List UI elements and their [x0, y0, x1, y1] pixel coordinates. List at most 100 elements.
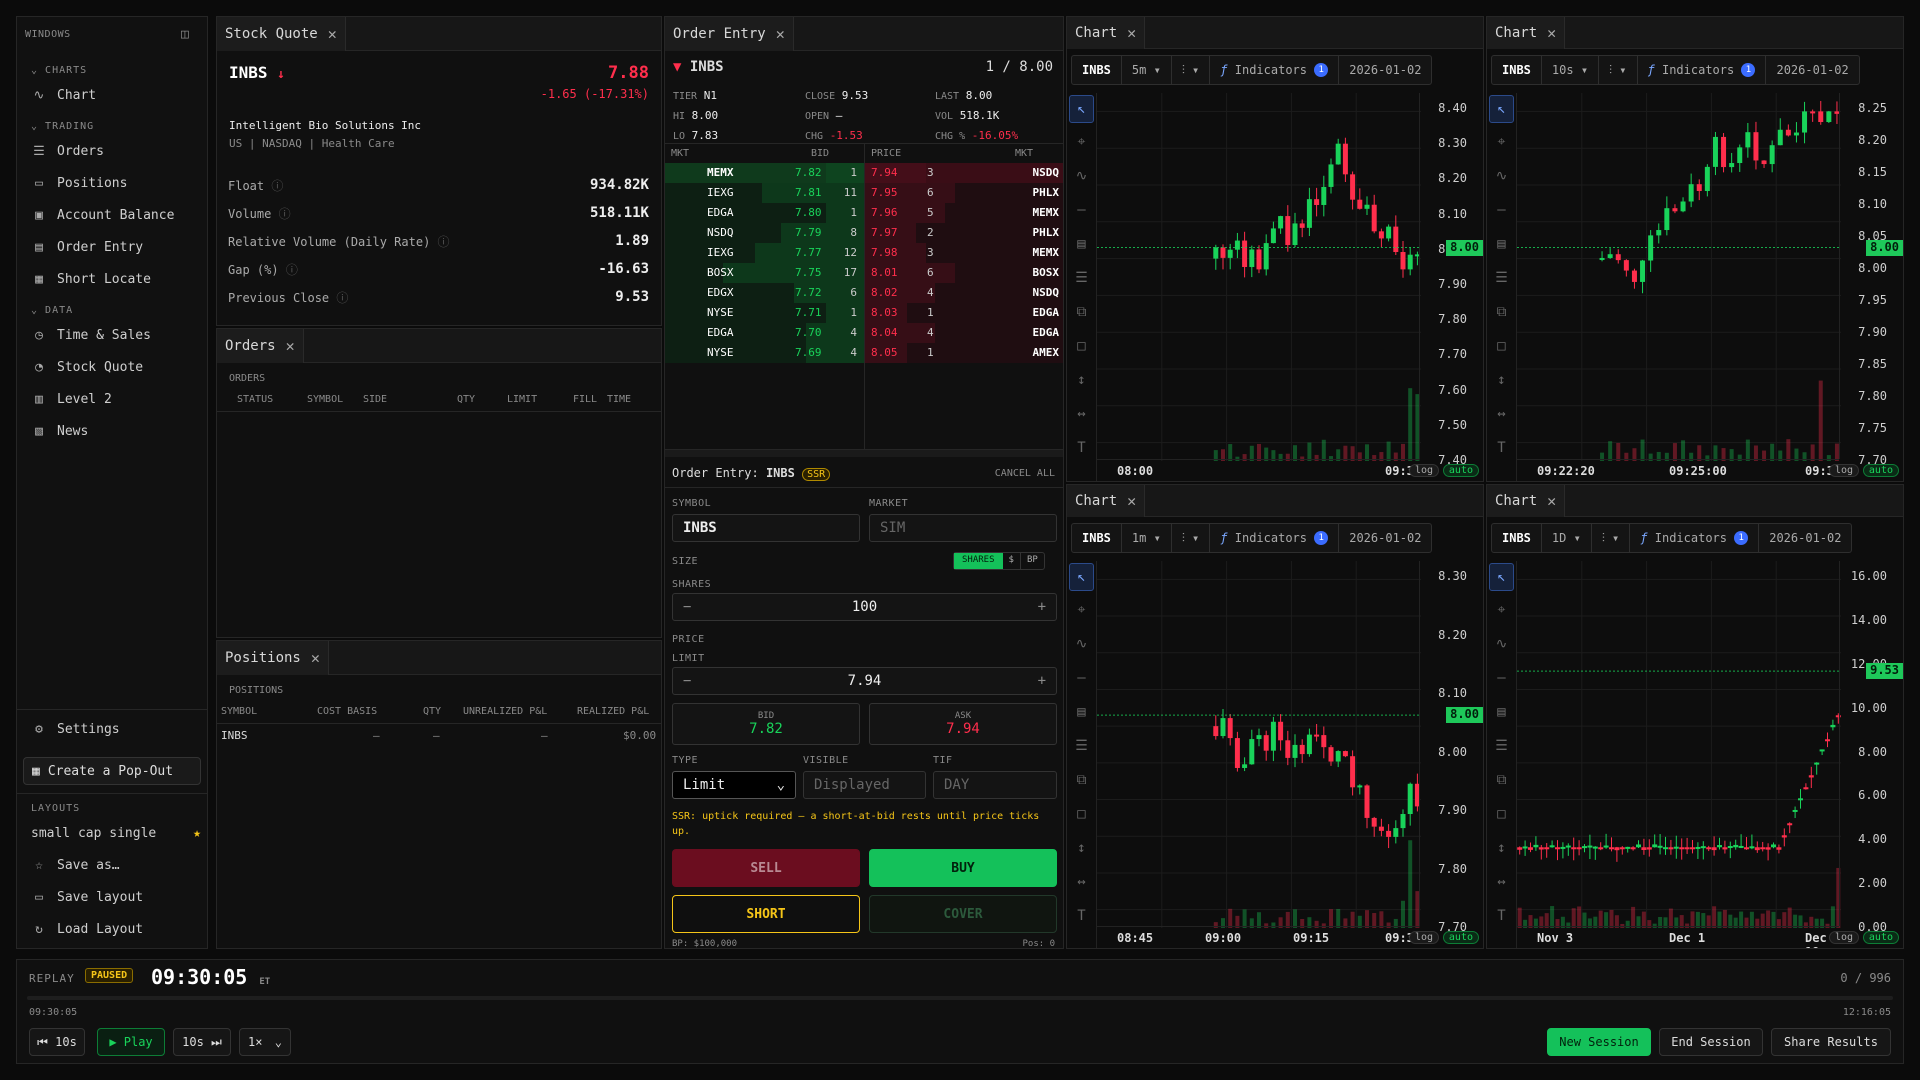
time-axis[interactable]: 08:45 09:00 09:15 09:30	[1097, 926, 1421, 948]
shares-stepper[interactable]: −100 +	[672, 593, 1057, 621]
cover-button[interactable]: COVER	[869, 895, 1057, 933]
draw-tool-icon[interactable]: ⧉	[1067, 295, 1096, 329]
end-session-button[interactable]: End Session	[1659, 1028, 1763, 1056]
sidebar-item-account-balance[interactable]: ▣ Account Balance	[31, 203, 207, 227]
price-axis[interactable]: 8.30 8.20 8.10 8.00 7.90 7.80 7.70 8.00	[1419, 561, 1483, 934]
chart-symbol[interactable]: INBS	[1072, 56, 1122, 84]
star-icon[interactable]: ★	[193, 826, 201, 841]
auto-toggle[interactable]: auto	[1442, 464, 1479, 477]
speed-select[interactable]: 1× ⌄	[239, 1028, 291, 1056]
log-toggle[interactable]: log	[1408, 464, 1439, 477]
close-icon[interactable]: ✕	[1547, 24, 1556, 42]
book-row[interactable]: NSDQ 7.79 8 7.97 2 PHLX	[665, 223, 1063, 243]
candles-plot[interactable]	[1097, 93, 1421, 461]
book-row[interactable]: IEXG 7.77 12 7.98 3 MEMX	[665, 243, 1063, 263]
auto-toggle[interactable]: auto	[1862, 931, 1899, 944]
close-icon[interactable]: ✕	[1547, 492, 1556, 510]
draw-tool-icon[interactable]: ☰	[1487, 729, 1516, 763]
layout-item[interactable]: small cap single ★	[31, 821, 201, 845]
book-row[interactable]: MEMX 7.82 1 7.94 3 NSDQ	[665, 163, 1063, 183]
indicators-button[interactable]: ƒ Indicators 1	[1210, 56, 1340, 84]
indicators-button[interactable]: ƒ Indicators 1	[1638, 56, 1767, 84]
buy-button[interactable]: BUY	[869, 849, 1057, 887]
book-row[interactable]: EDGA 7.70 4 8.04 4 EDGA	[665, 323, 1063, 343]
close-icon[interactable]: ✕	[1127, 24, 1136, 42]
cancel-all-button[interactable]: CANCEL ALL	[995, 468, 1055, 479]
minus-icon[interactable]: −	[683, 599, 691, 615]
book-row[interactable]: NYSE 7.71 1 8.03 1 EDGA	[665, 303, 1063, 323]
chart-date[interactable]: 2026-01-02	[1759, 524, 1851, 552]
tif-input[interactable]: DAY	[933, 771, 1057, 799]
chart-type-select[interactable]: ⫶ ▾	[1172, 56, 1211, 84]
indicators-button[interactable]: ƒ Indicators 1	[1630, 524, 1760, 552]
chart-type-select[interactable]: ⫶ ▾	[1592, 524, 1631, 552]
time-axis[interactable]: Nov 3Dec 1Dec 19	[1517, 926, 1839, 948]
close-icon[interactable]: ✕	[776, 25, 785, 43]
draw-tool-icon[interactable]: ☰	[1487, 261, 1516, 295]
log-toggle[interactable]: log	[1828, 931, 1859, 944]
tab-positions[interactable]: Positions ✕	[217, 641, 329, 675]
sidebar-item-news[interactable]: ▧ News	[31, 419, 207, 443]
back-10s-button[interactable]: ⏮ 10s	[29, 1028, 85, 1056]
draw-tool-icon[interactable]: ↕	[1487, 831, 1516, 865]
draw-tool-icon[interactable]: □	[1487, 797, 1516, 831]
book-row[interactable]: IEXG 7.81 11 7.95 6 PHLX	[665, 183, 1063, 203]
sidebar-item-level2[interactable]: ▥ Level 2	[31, 387, 207, 411]
new-session-button[interactable]: New Session	[1547, 1028, 1651, 1056]
draw-tool-icon[interactable]: ∿	[1487, 159, 1516, 193]
book-row[interactable]: BOSX 7.75 17 8.01 6 BOSX	[665, 263, 1063, 283]
chart-date[interactable]: 2026-01-02	[1766, 56, 1858, 84]
draw-tool-icon[interactable]: ▤	[1487, 227, 1516, 261]
draw-tool-icon[interactable]: ↕	[1067, 831, 1096, 865]
sidebar-item-time-sales[interactable]: ◷ Time & Sales	[31, 323, 207, 347]
chart-type-select[interactable]: ⫶ ▾	[1172, 524, 1211, 552]
sidebar-item-stock-quote[interactable]: ◔ Stock Quote	[31, 355, 207, 379]
play-button[interactable]: ▶ Play	[97, 1028, 165, 1056]
draw-tool-icon[interactable]: ↖	[1069, 563, 1094, 591]
draw-tool-icon[interactable]: ☰	[1067, 729, 1096, 763]
timeframe-select[interactable]: 10s ▾	[1542, 56, 1600, 84]
chart-symbol[interactable]: INBS	[1492, 56, 1542, 84]
load-layout-button[interactable]: ↻ Load Layout	[31, 917, 207, 941]
draw-tool-icon[interactable]: ⧉	[1487, 763, 1516, 797]
timeframe-select[interactable]: 1D ▾	[1542, 524, 1592, 552]
sidebar-item-orders[interactable]: ☰ Orders	[31, 139, 207, 163]
draw-tool-icon[interactable]: ↔	[1487, 397, 1516, 431]
ask-box[interactable]: ASK 7.94	[869, 703, 1057, 745]
sidebar-item-order-entry[interactable]: ▤ Order Entry	[31, 235, 207, 259]
draw-tool-icon[interactable]: ↖	[1489, 563, 1514, 591]
price-axis[interactable]: 16.0014.0012.0010.008.006.004.002.000.00…	[1839, 561, 1903, 934]
draw-tool-icon[interactable]: T	[1487, 899, 1516, 933]
draw-tool-icon[interactable]: ↔	[1067, 865, 1096, 899]
draw-tool-icon[interactable]: ▤	[1487, 695, 1516, 729]
draw-tool-icon[interactable]: T	[1067, 899, 1096, 933]
draw-tool-icon[interactable]: ↔	[1067, 397, 1096, 431]
log-toggle[interactable]: log	[1828, 464, 1859, 477]
book-row[interactable]: NYSE 7.69 4 8.05 1 AMEX	[665, 343, 1063, 363]
tab-chart[interactable]: Chart ✕	[1067, 17, 1146, 49]
close-icon[interactable]: ✕	[1127, 492, 1136, 510]
auto-toggle[interactable]: auto	[1442, 931, 1479, 944]
minus-icon[interactable]: −	[683, 673, 691, 689]
chart-symbol[interactable]: INBS	[1072, 524, 1122, 552]
timeframe-select[interactable]: 5m ▾	[1122, 56, 1172, 84]
settings-button[interactable]: ⚙ Settings	[31, 717, 207, 741]
draw-tool-icon[interactable]: T	[1487, 431, 1516, 465]
draw-tool-icon[interactable]: □	[1487, 329, 1516, 363]
plus-icon[interactable]: +	[1038, 673, 1046, 689]
timeframe-select[interactable]: 1m ▾	[1122, 524, 1172, 552]
time-axis[interactable]: 08:00 09:30	[1097, 459, 1421, 481]
price-axis[interactable]: 8.25 8.20 8.15 8.10 8.05 8.00 7.95 7.90 7.85 7.80…	[1839, 93, 1903, 467]
plus-icon[interactable]: +	[1038, 599, 1046, 615]
share-results-button[interactable]: Share Results	[1771, 1028, 1891, 1056]
candles-plot[interactable]	[1517, 561, 1841, 928]
save-as-button[interactable]: ☆ Save as…	[31, 853, 207, 877]
auto-toggle[interactable]: auto	[1862, 464, 1899, 477]
draw-tool-icon[interactable]: ⧉	[1487, 295, 1516, 329]
forward-10s-button[interactable]: 10s ⏭	[173, 1028, 231, 1056]
size-opt-bp[interactable]: BP	[1019, 553, 1044, 569]
short-button[interactable]: SHORT	[672, 895, 860, 933]
limit-stepper[interactable]: −7.94 +	[672, 667, 1057, 695]
book-row[interactable]: EDGX 7.72 6 8.02 4 NSDQ	[665, 283, 1063, 303]
draw-tool-icon[interactable]: ⌖	[1487, 593, 1516, 627]
